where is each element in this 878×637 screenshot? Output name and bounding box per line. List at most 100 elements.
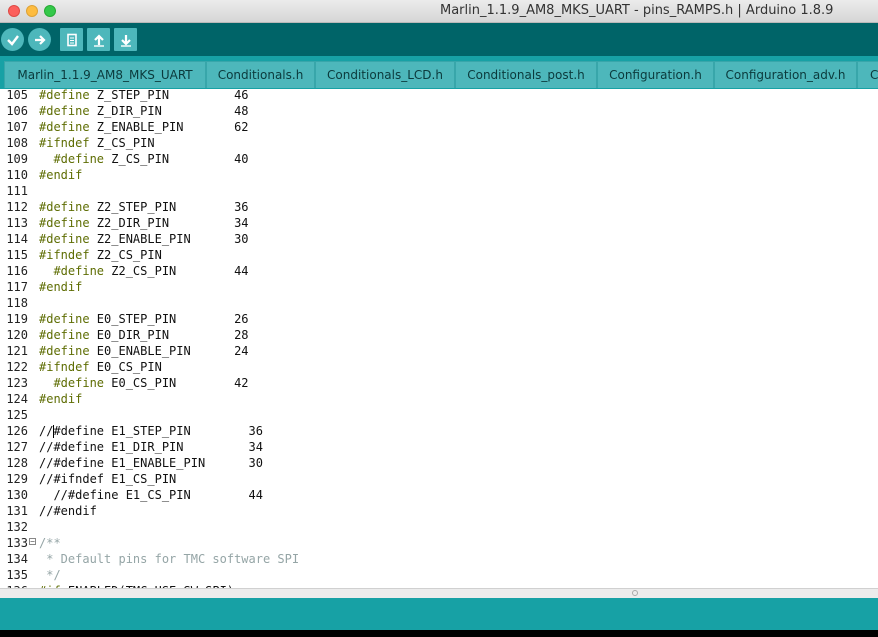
code-line[interactable]: 123 #define E0_CS_PIN 42 — [0, 375, 878, 391]
code-line[interactable]: 117 #endif — [0, 279, 878, 295]
code-text: */ — [39, 568, 61, 582]
tab-conditionals[interactable]: Conditionals.h — [206, 61, 315, 88]
code-text: #define Z2_DIR_PIN 34 — [39, 216, 249, 230]
code-line[interactable]: 128 //#define E1_ENABLE_PIN 30 — [0, 455, 878, 471]
code-line[interactable]: 118 — [0, 295, 878, 311]
code-text: #ifndef Z_CS_PIN — [39, 136, 155, 150]
line-number: 134 — [6, 552, 28, 566]
line-number: 113 — [6, 216, 28, 230]
code-line[interactable]: 114 #define Z2_ENABLE_PIN 30 — [0, 231, 878, 247]
code-text: #endif — [39, 392, 83, 406]
code-text: //#define E1_CS_PIN 44 — [39, 488, 263, 502]
code-line[interactable]: 121 #define E0_ENABLE_PIN 24 — [0, 343, 878, 359]
line-number: 127 — [6, 440, 28, 454]
line-number: 114 — [6, 232, 28, 246]
code-line[interactable]: 108 #ifndef Z_CS_PIN — [0, 135, 878, 151]
code-text: #define Z2_CS_PIN 44 — [53, 264, 249, 278]
upload-button[interactable] — [28, 28, 51, 51]
tab-label: Conditionals_LCD.h — [327, 68, 443, 82]
line-number: 135 — [6, 568, 28, 582]
line-number: 109 — [6, 152, 28, 166]
document-icon — [66, 33, 77, 46]
tab-label: Conditionals_post.h — [467, 68, 585, 82]
tab-label: C — [870, 68, 878, 82]
console-area — [0, 598, 878, 630]
line-number: 110 — [6, 168, 28, 182]
code-line[interactable]: 125 — [0, 407, 878, 423]
fold-toggle-icon[interactable]: − — [29, 538, 36, 546]
code-line[interactable]: 130 //#define E1_CS_PIN 44 — [0, 487, 878, 503]
code-line[interactable]: 120 #define E0_DIR_PIN 28 — [0, 327, 878, 343]
code-text: #endif — [39, 168, 83, 182]
status-strip — [0, 630, 878, 637]
tab-marlin[interactable]: Marlin_1.1.9_AM8_MKS_UART — [4, 61, 206, 88]
tab-configuration[interactable]: Configuration.h — [597, 61, 714, 88]
tab-overflow[interactable]: C — [857, 61, 878, 88]
text-cursor — [53, 425, 54, 438]
code-text: #define E0_ENABLE_PIN 24 — [39, 344, 249, 358]
code-text: //#define E1_DIR_PIN 34 — [39, 440, 263, 454]
code-line[interactable]: 107 #define Z_ENABLE_PIN 62 — [0, 119, 878, 135]
code-line[interactable]: 112 #define Z2_STEP_PIN 36 — [0, 199, 878, 215]
code-line[interactable]: 126 //#define E1_STEP_PIN 36 — [0, 423, 878, 439]
code-text: //#ifndef E1_CS_PIN — [39, 472, 177, 486]
close-window-button[interactable] — [8, 5, 20, 17]
resize-grip-icon[interactable] — [632, 590, 638, 596]
code-line[interactable]: 134 * Default pins for TMC software SPI — [0, 551, 878, 567]
line-number: 123 — [6, 376, 28, 390]
code-line[interactable]: 106 #define Z_DIR_PIN 48 — [0, 103, 878, 119]
arrow-up-icon — [93, 33, 104, 47]
code-line[interactable]: 119 #define E0_STEP_PIN 26 — [0, 311, 878, 327]
code-text: /** — [39, 536, 61, 550]
title-bar: Marlin_1.1.9_AM8_MKS_UART - pins_RAMPS.h… — [0, 0, 878, 23]
tab-bar: Marlin_1.1.9_AM8_MKS_UART Conditionals.h… — [0, 56, 878, 90]
code-line[interactable]: 113 #define Z2_DIR_PIN 34 — [0, 215, 878, 231]
line-number: 129 — [6, 472, 28, 486]
line-number: 131 — [6, 504, 28, 518]
tab-conditionals-post[interactable]: Conditionals_post.h — [455, 61, 597, 88]
code-editor[interactable]: 105 #define Z_STEP_PIN 46 106 #define Z_DIR… — [0, 89, 878, 588]
line-number: 117 — [6, 280, 28, 294]
code-text: //#define E1_ENABLE_PIN 30 — [39, 456, 263, 470]
line-number: 108 — [6, 136, 28, 150]
line-number: 121 — [6, 344, 28, 358]
code-line[interactable]: 132 — [0, 519, 878, 535]
code-text: //#endif — [39, 504, 97, 518]
open-button[interactable] — [87, 28, 110, 51]
code-line[interactable]: 127 //#define E1_DIR_PIN 34 — [0, 439, 878, 455]
new-sketch-button[interactable] — [60, 28, 83, 51]
verify-button[interactable] — [1, 28, 24, 51]
arrow-right-icon — [34, 34, 46, 45]
code-text: * Default pins for TMC software SPI — [39, 552, 300, 566]
code-line[interactable]: 133−/** — [0, 535, 878, 551]
line-number: 112 — [6, 200, 28, 214]
tab-conditionals-lcd[interactable]: Conditionals_LCD.h — [315, 61, 455, 88]
maximize-window-button[interactable] — [44, 5, 56, 17]
line-number: 116 — [6, 264, 28, 278]
code-line[interactable]: 122 #ifndef E0_CS_PIN — [0, 359, 878, 375]
code-line[interactable]: 105 #define Z_STEP_PIN 46 — [0, 89, 878, 103]
code-text: #define Z_DIR_PIN 48 — [39, 104, 249, 118]
code-line[interactable]: 115 #ifndef Z2_CS_PIN — [0, 247, 878, 263]
line-number: 115 — [6, 248, 28, 262]
tab-configuration-adv[interactable]: Configuration_adv.h — [714, 61, 857, 88]
code-text: //#define E1_STEP_PIN 36 — [39, 424, 263, 438]
line-number: 118 — [6, 296, 28, 310]
line-number: 128 — [6, 456, 28, 470]
code-line[interactable]: 109 #define Z_CS_PIN 40 — [0, 151, 878, 167]
code-line[interactable]: 111 — [0, 183, 878, 199]
minimize-window-button[interactable] — [26, 5, 38, 17]
line-number: 124 — [6, 392, 28, 406]
code-line[interactable]: 129 //#ifndef E1_CS_PIN — [0, 471, 878, 487]
save-button[interactable] — [114, 28, 137, 51]
code-line[interactable]: 116 #define Z2_CS_PIN 44 — [0, 263, 878, 279]
code-line[interactable]: 131 //#endif — [0, 503, 878, 519]
code-line[interactable]: 135 */ — [0, 567, 878, 583]
line-number: 126 — [6, 424, 28, 438]
code-line[interactable]: 110 #endif — [0, 167, 878, 183]
code-text: #define E0_CS_PIN 42 — [53, 376, 249, 390]
code-text: #define Z2_STEP_PIN 36 — [39, 200, 249, 214]
code-line[interactable]: 124 #endif — [0, 391, 878, 407]
line-number: 106 — [6, 104, 28, 118]
tab-label: Marlin_1.1.9_AM8_MKS_UART — [17, 68, 193, 82]
